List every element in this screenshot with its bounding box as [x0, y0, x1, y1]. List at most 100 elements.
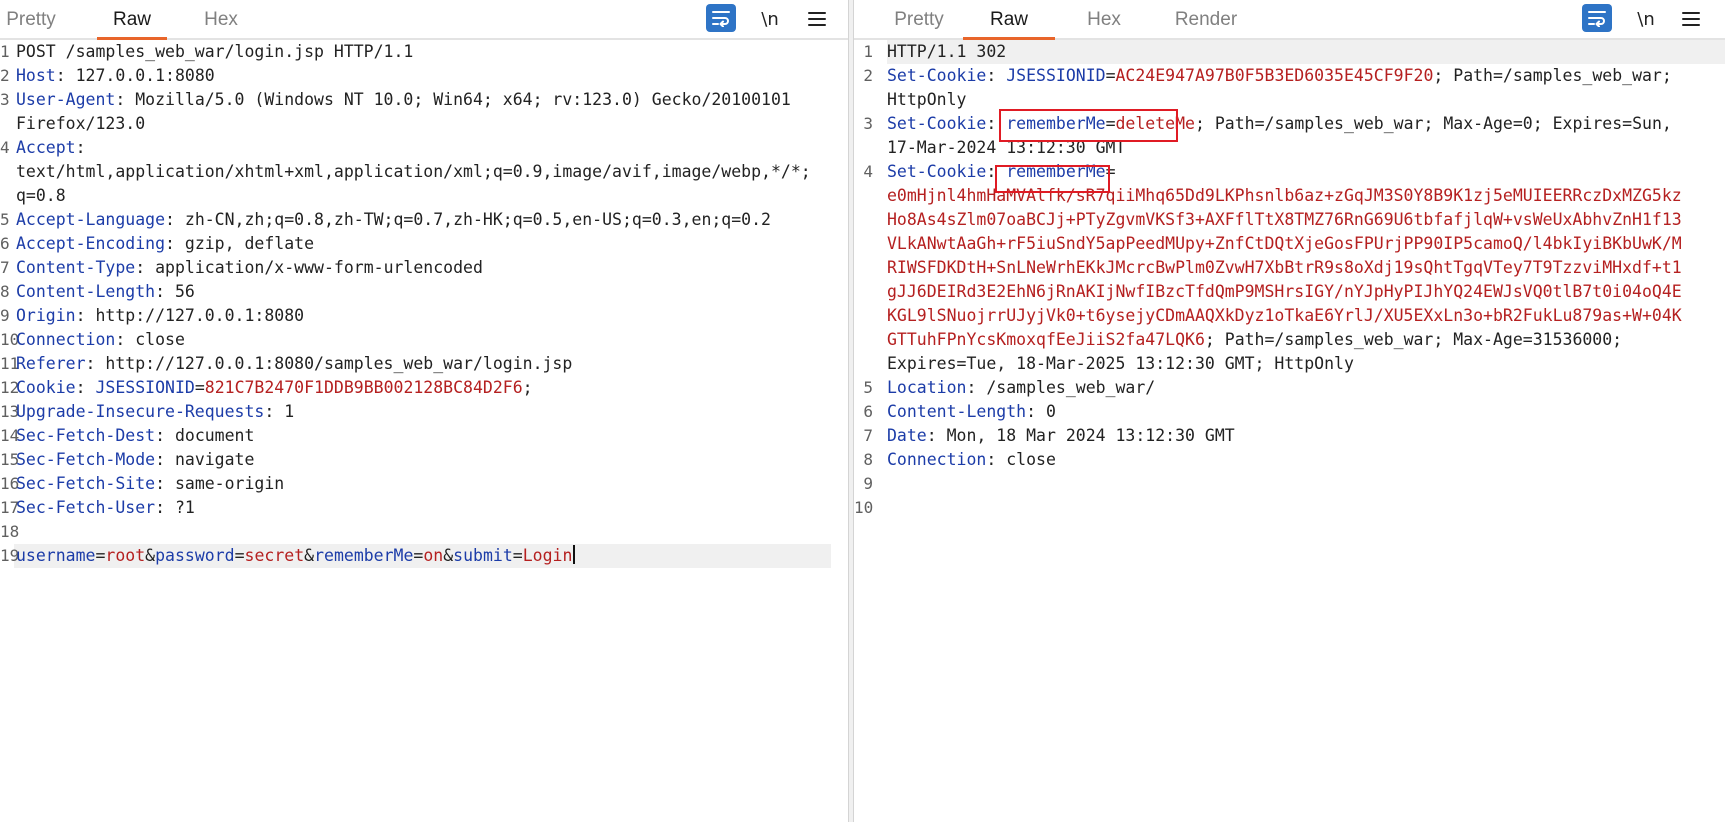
- line-content: Date: Mon, 18 Mar 2024 13:12:30 GMT: [887, 424, 1235, 448]
- header-name: username: [16, 546, 96, 565]
- line-content: Expires=Tue, 18-Mar-2025 13:12:30 GMT; H…: [887, 352, 1354, 376]
- code-line[interactable]: 4 Accept:: [0, 136, 848, 160]
- header-name: Origin: [16, 306, 76, 325]
- response-tab-raw[interactable]: Raw: [963, 0, 1055, 40]
- line-number: [854, 256, 873, 280]
- line-number: [854, 304, 873, 328]
- code-line[interactable]: 14 Sec-Fetch-Dest: document: [0, 424, 848, 448]
- hamburger-menu-icon[interactable]: [1680, 4, 1702, 34]
- line-content: GTTuhFPnYcsKmoxqfEeJiiS2fa47LQK6; Path=/…: [887, 328, 1622, 352]
- code-line[interactable]: Firefox/123.0: [0, 112, 848, 136]
- line-content: Accept:: [16, 136, 86, 160]
- code-line[interactable]: 5 Location: /samples_web_war/: [854, 376, 1725, 400]
- code-line[interactable]: 2 Set-Cookie: JSESSIONID=AC24E947A97B0F5B…: [854, 64, 1725, 88]
- line-content: RIWSFDKDtH+SnLNeWrhEKkJMcrcBwPlm0ZvwH7Xb…: [887, 256, 1682, 280]
- value-token: deleteMe: [1115, 114, 1195, 133]
- response-pane: Pretty Raw Hex Render \n 1 HTTP/1.1 302 2 S…: [854, 0, 1725, 822]
- code-line[interactable]: 16 Sec-Fetch-Site: same-origin: [0, 472, 848, 496]
- code-line[interactable]: 2 Host: 127.0.0.1:8080: [0, 64, 848, 88]
- value-token: secret: [244, 546, 305, 565]
- text-token: text/html,application/xhtml+xml,applicat…: [16, 162, 811, 181]
- code-line[interactable]: 7 Content-Type: application/x-www-form-ur…: [0, 256, 848, 280]
- code-line[interactable]: 11 Referer: http://127.0.0.1:8080/samples…: [0, 352, 848, 376]
- line-number: 15: [0, 450, 20, 469]
- code-line[interactable]: 6 Content-Length: 0: [854, 400, 1725, 424]
- value-token: VLkANwtAaGh+rF5iuSndY5apPeedMUpy+ZnfCtDQ…: [887, 234, 1682, 253]
- code-line[interactable]: RIWSFDKDtH+SnLNeWrhEKkJMcrcBwPlm0ZvwH7Xb…: [854, 256, 1725, 280]
- line-number: 6: [863, 402, 873, 421]
- show-newlines-icon[interactable]: \n: [756, 4, 784, 34]
- header-name: submit: [453, 546, 513, 565]
- code-line[interactable]: 15 Sec-Fetch-Mode: navigate: [0, 448, 848, 472]
- code-line[interactable]: 17-Mar-2024 13:12:30 GMT: [854, 136, 1725, 160]
- code-line[interactable]: 8 Content-Length: 56: [0, 280, 848, 304]
- request-tab-pretty[interactable]: Pretty: [0, 0, 68, 38]
- show-newlines-icon[interactable]: \n: [1632, 4, 1660, 34]
- line-content: HTTP/1.1 302: [887, 40, 1006, 64]
- header-name: User-Agent: [16, 90, 116, 109]
- code-line[interactable]: gJJ6DEIRd3E2EhN6jRnAKIjNwfIBzcTfdQmP9MSH…: [854, 280, 1725, 304]
- line-number: 19: [0, 546, 20, 565]
- code-line[interactable]: VLkANwtAaGh+rF5iuSndY5apPeedMUpy+ZnfCtDQ…: [854, 232, 1725, 256]
- code-line[interactable]: 10 Connection: close: [0, 328, 848, 352]
- code-line[interactable]: 3 User-Agent: Mozilla/5.0 (Windows NT 10.…: [0, 88, 848, 112]
- word-wrap-icon[interactable]: [1582, 4, 1612, 32]
- request-editor[interactable]: 1 POST /samples_web_war/login.jsp HTTP/1.…: [0, 40, 848, 822]
- code-line[interactable]: GTTuhFPnYcsKmoxqfEeJiiS2fa47LQK6; Path=/…: [854, 328, 1725, 352]
- response-tab-hex[interactable]: Hex: [1076, 0, 1132, 38]
- code-line[interactable]: 5 Accept-Language: zh-CN,zh;q=0.8,zh-TW;q…: [0, 208, 848, 232]
- code-line[interactable]: 19 username=root&password=secret&remember…: [0, 544, 848, 568]
- line-number: 4: [0, 138, 10, 157]
- line-number: 12: [0, 378, 20, 397]
- code-line[interactable]: q=0.8: [0, 184, 848, 208]
- header-name: Accept-Language: [16, 210, 166, 229]
- code-line[interactable]: 3 Set-Cookie: rememberMe=deleteMe; Path=/…: [854, 112, 1725, 136]
- response-tab-render[interactable]: Render: [1164, 0, 1248, 38]
- code-line[interactable]: Expires=Tue, 18-Mar-2025 13:12:30 GMT; H…: [854, 352, 1725, 376]
- code-line[interactable]: Ho8As4sZlm07oaBCJj+PTyZgvmVKSf3+AXFflTtX…: [854, 208, 1725, 232]
- request-tab-hex[interactable]: Hex: [197, 0, 245, 38]
- value-token: e0mHjnl4hmHaMVAlfk/sR7qiiMhq65Dd9LKPhsnl…: [887, 186, 1682, 205]
- text-token: =: [512, 546, 523, 565]
- header-name: Sec-Fetch-Site: [16, 474, 156, 493]
- code-line[interactable]: 6 Accept-Encoding: gzip, deflate: [0, 232, 848, 256]
- code-line[interactable]: 1 POST /samples_web_war/login.jsp HTTP/1.…: [0, 40, 848, 64]
- request-tab-raw[interactable]: Raw: [97, 0, 167, 40]
- code-line[interactable]: HttpOnly: [854, 88, 1725, 112]
- line-content: Sec-Fetch-Site: same-origin: [16, 472, 284, 496]
- hamburger-menu-icon[interactable]: [806, 4, 828, 34]
- word-wrap-icon[interactable]: [706, 4, 736, 32]
- text-token: &: [145, 546, 156, 565]
- code-line[interactable]: 8 Connection: close: [854, 448, 1725, 472]
- line-content: text/html,application/xhtml+xml,applicat…: [16, 160, 811, 184]
- line-content: Cookie: JSESSIONID=821C7B2470F1DDB9BB002…: [16, 376, 533, 400]
- line-number: [0, 112, 9, 136]
- code-line[interactable]: 9 Origin: http://127.0.0.1:8080: [0, 304, 848, 328]
- text-token: Expires=Tue, 18-Mar-2025 13:12:30 GMT; H…: [887, 354, 1354, 373]
- text-token: : same-origin: [155, 474, 285, 493]
- value-token: Login: [522, 546, 573, 565]
- line-content: Host: 127.0.0.1:8080: [16, 64, 215, 88]
- text-token: : close: [115, 330, 185, 349]
- response-tab-pretty[interactable]: Pretty: [882, 0, 956, 38]
- text-token: HTTP/1.1 302: [887, 42, 1007, 61]
- code-line[interactable]: 13 Upgrade-Insecure-Requests: 1: [0, 400, 848, 424]
- code-line[interactable]: 17 Sec-Fetch-User: ?1: [0, 496, 848, 520]
- code-line[interactable]: 1 HTTP/1.1 302: [854, 40, 1725, 64]
- line-content: Origin: http://127.0.0.1:8080: [16, 304, 304, 328]
- code-line[interactable]: KGL9lSNuojrrUJyjVk0+t6ysejyCDmAAQXkDyz1o…: [854, 304, 1725, 328]
- line-content: Content-Length: 56: [16, 280, 195, 304]
- code-line[interactable]: 7 Date: Mon, 18 Mar 2024 13:12:30 GMT: [854, 424, 1725, 448]
- code-line[interactable]: e0mHjnl4hmHaMVAlfk/sR7qiiMhq65Dd9LKPhsnl…: [854, 184, 1725, 208]
- code-line[interactable]: 10: [854, 496, 1725, 520]
- text-token: HttpOnly: [887, 90, 967, 109]
- line-number: 8: [0, 282, 10, 301]
- code-line[interactable]: 4 Set-Cookie: rememberMe=: [854, 160, 1725, 184]
- code-line[interactable]: 12 Cookie: JSESSIONID=821C7B2470F1DDB9BB0…: [0, 376, 848, 400]
- header-name: Sec-Fetch-Mode: [16, 450, 156, 469]
- code-line[interactable]: 9: [854, 472, 1725, 496]
- code-line[interactable]: 18: [0, 520, 848, 544]
- response-editor[interactable]: 1 HTTP/1.1 302 2 Set-Cookie: JSESSIONID=AC2…: [854, 40, 1725, 822]
- code-line[interactable]: text/html,application/xhtml+xml,applicat…: [0, 160, 848, 184]
- line-number: 13: [0, 402, 20, 421]
